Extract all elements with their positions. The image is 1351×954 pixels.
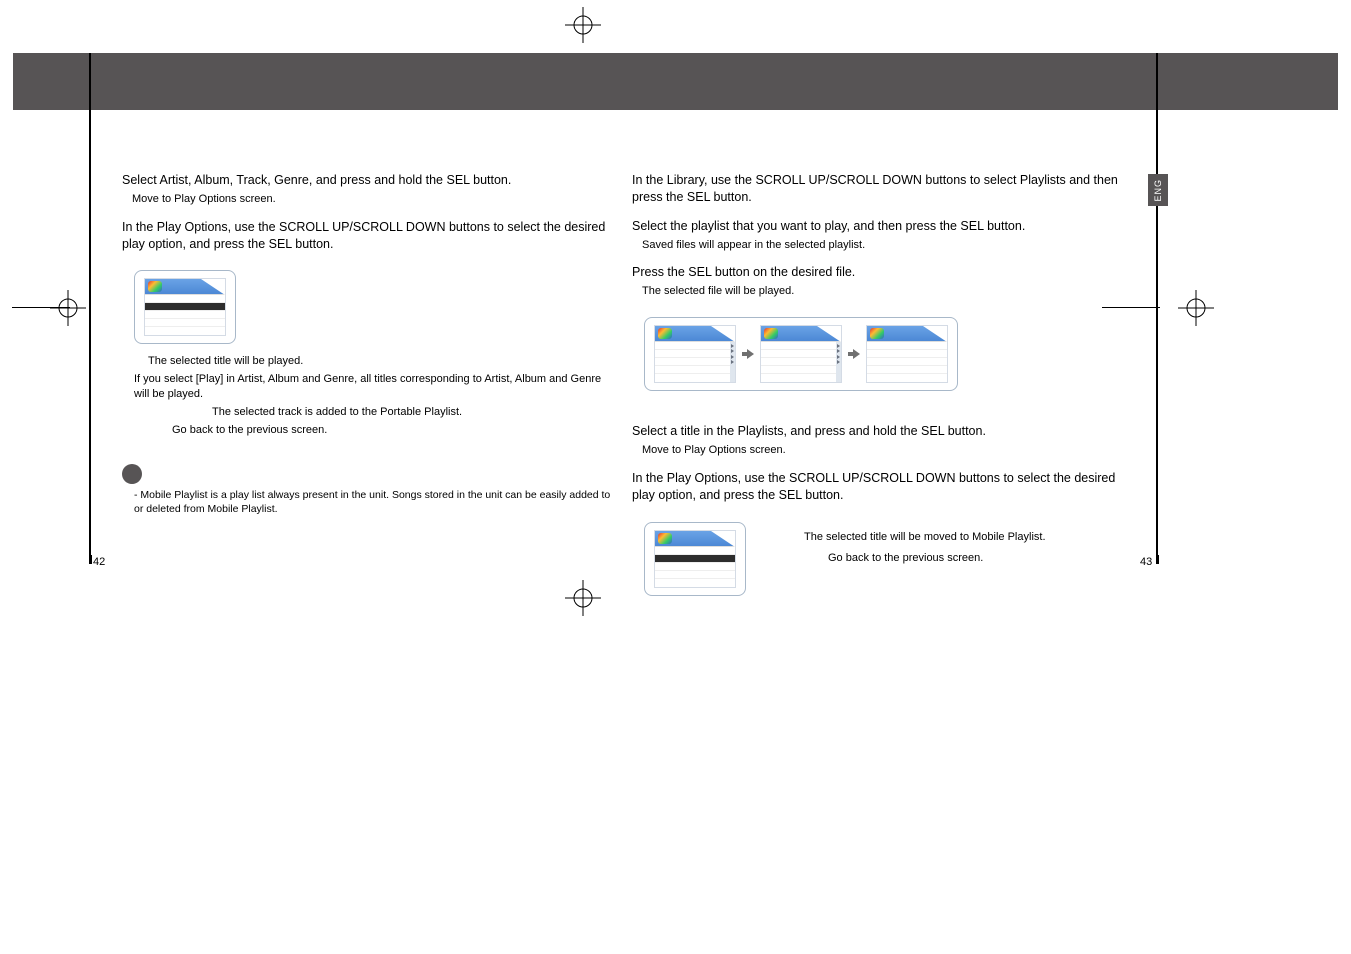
trim-line: [12, 307, 70, 308]
option-desc: Go back to the previous screen.: [172, 423, 612, 438]
page-number: 42: [93, 556, 105, 568]
step-subtext: The selected file will be played.: [642, 284, 1152, 299]
page-number: 43: [1140, 556, 1152, 568]
device-screenshot: [134, 270, 236, 344]
option-desc: The selected title will be moved to Mobi…: [804, 530, 1046, 545]
device-screenshot: [644, 522, 746, 596]
step-text: Select the playlist that you want to pla…: [632, 218, 1152, 235]
page-left: Select Artist, Album, Track, Genre, and …: [122, 110, 612, 516]
option-desc: The selected title will be played.: [148, 354, 612, 369]
mini-screen-icon: [654, 325, 736, 383]
mini-screen-icon: [144, 278, 226, 336]
mini-screen-icon: [760, 325, 842, 383]
step-text: In the Play Options, use the SCROLL UP/S…: [632, 470, 1122, 504]
note-text: - Mobile Playlist is a play list always …: [134, 488, 612, 516]
trim-line: [1156, 53, 1158, 563]
step-text: Select a title in the Playlists, and pre…: [632, 423, 1152, 440]
trim-line: [89, 53, 91, 563]
note-block: [122, 464, 612, 484]
option-desc: The selected track is added to the Porta…: [212, 405, 612, 420]
step-subtext: Move to Play Options screen.: [132, 192, 612, 207]
language-label: ENG: [1153, 179, 1163, 202]
registration-mark-icon: [50, 290, 86, 326]
header-dark-band: [13, 53, 1338, 110]
step-subtext: Saved files will appear in the selected …: [642, 238, 1152, 253]
mini-screen-icon: [654, 530, 736, 588]
step-text: Select Artist, Album, Track, Genre, and …: [122, 172, 612, 189]
registration-mark-icon: [565, 580, 601, 616]
option-desc: If you select [Play] in Artist, Album an…: [134, 372, 612, 402]
step-subtext: Move to Play Options screen.: [642, 443, 1152, 458]
mini-screen-icon: [866, 325, 948, 383]
step-text: Press the SEL button on the desired file…: [632, 264, 1152, 281]
arrow-right-icon: [742, 349, 754, 359]
arrow-right-icon: [848, 349, 860, 359]
note-icon: [122, 464, 142, 484]
device-screenshot-row: [644, 317, 958, 391]
registration-mark-icon: [565, 7, 601, 43]
option-desc: Go back to the previous screen.: [828, 551, 1046, 566]
page-right: In the Library, use the SCROLL UP/SCROLL…: [632, 110, 1152, 606]
trim-tick: [1156, 555, 1159, 564]
step-text: In the Library, use the SCROLL UP/SCROLL…: [632, 172, 1122, 206]
registration-mark-icon: [1178, 290, 1214, 326]
trim-tick: [89, 555, 92, 564]
step-text: In the Play Options, use the SCROLL UP/S…: [122, 219, 612, 253]
